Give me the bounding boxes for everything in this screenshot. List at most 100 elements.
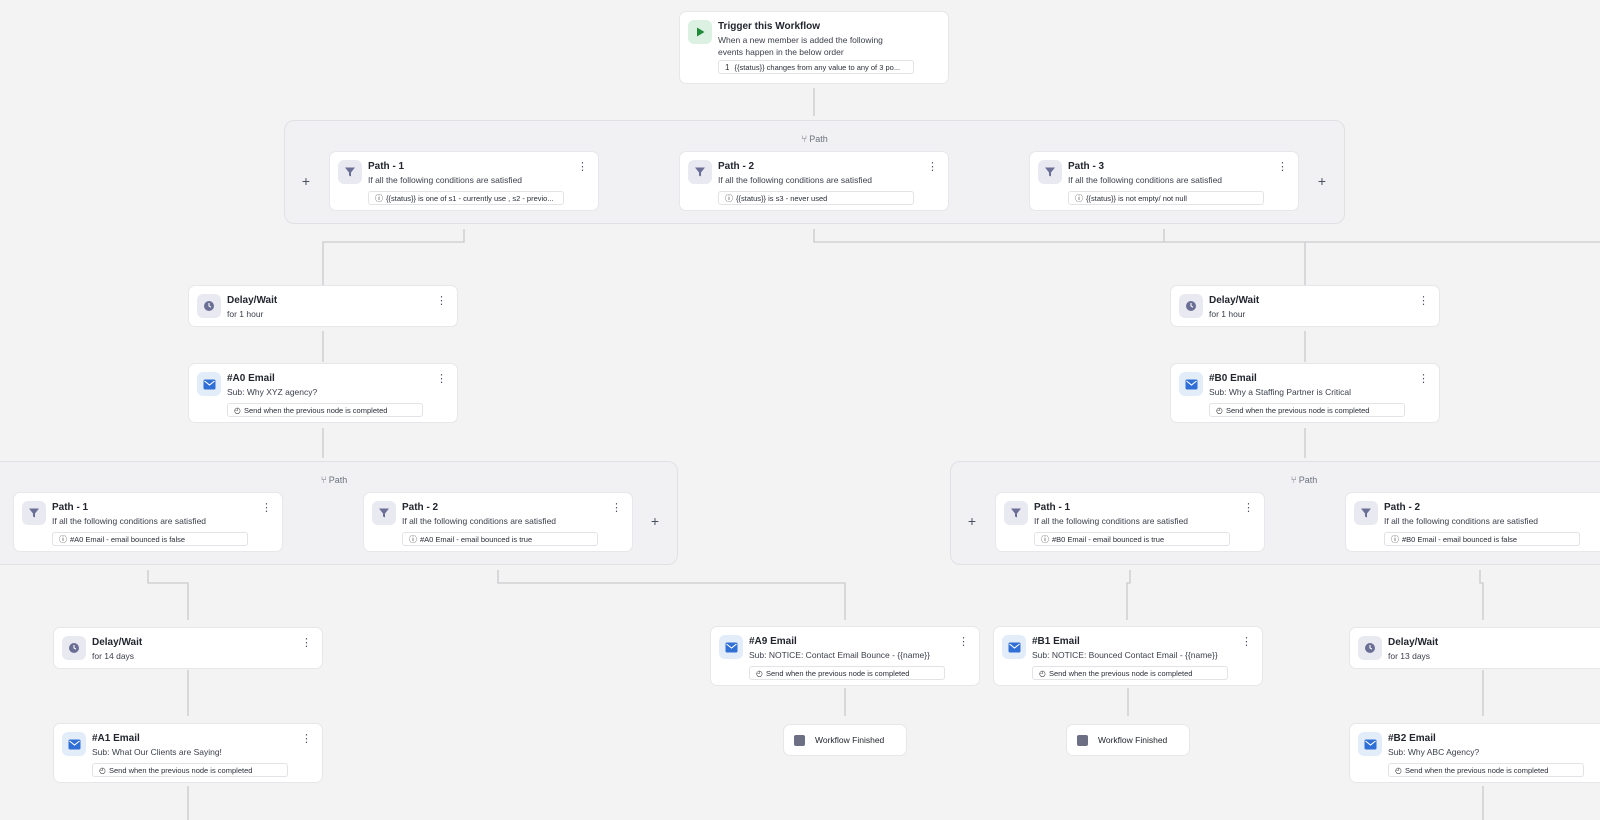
- info-icon: ⓘ: [1075, 194, 1083, 203]
- email-title: #B0 Email: [1209, 373, 1257, 384]
- email-title: #B2 Email: [1388, 733, 1436, 744]
- stop-icon: [1077, 735, 1088, 746]
- send-timing-chip[interactable]: ◴ Send when the previous node is complete…: [1209, 403, 1405, 417]
- timer-icon: ◴: [756, 669, 763, 678]
- mail-icon: [1002, 635, 1026, 659]
- clock-icon: [1358, 636, 1382, 660]
- more-vertical-icon[interactable]: ⋮: [577, 162, 588, 173]
- more-vertical-icon[interactable]: ⋮: [436, 296, 447, 307]
- email-subject: Sub: Why a Staffing Partner is Critical: [1209, 387, 1352, 397]
- delay-duration: for 14 days: [92, 651, 135, 661]
- finished-label: Workflow Finished: [1098, 735, 1168, 745]
- trigger-condition-chip[interactable]: 1 {{status}} changes from any value to a…: [718, 60, 914, 74]
- email-subject: Sub: NOTICE: Bounced Contact Email - {{n…: [1032, 650, 1218, 660]
- b-path-1-node[interactable]: Path - 1 If all the following conditions…: [995, 492, 1265, 552]
- b-path-2-node[interactable]: Path - 2 If all the following conditions…: [1345, 492, 1600, 552]
- path-description: If all the following conditions are sati…: [718, 175, 873, 185]
- filter-icon: [1004, 501, 1028, 525]
- delay-title: Delay/Wait: [1209, 295, 1260, 306]
- email-node-a1[interactable]: #A1 Email Sub: What Our Clients are Sayi…: [53, 723, 323, 783]
- path-description: If all the following conditions are sati…: [368, 175, 523, 185]
- send-timing-chip[interactable]: ◴ Send when the previous node is complete…: [1032, 666, 1228, 680]
- more-vertical-icon[interactable]: ⋮: [436, 374, 447, 385]
- more-vertical-icon[interactable]: ⋮: [1241, 637, 1252, 648]
- timer-icon: ◴: [99, 766, 106, 775]
- email-node-b2[interactable]: #B2 Email Sub: Why ABC Agency? ◴ Send whe…: [1349, 723, 1600, 783]
- mail-icon: [1358, 732, 1382, 756]
- more-vertical-icon[interactable]: ⋮: [1418, 374, 1429, 385]
- email-title: #A1 Email: [92, 733, 140, 744]
- path-condition-chip[interactable]: ⓘ #A0 Email - email bounced is false: [52, 532, 248, 546]
- more-vertical-icon[interactable]: ⋮: [301, 734, 312, 745]
- path-condition-chip[interactable]: ⓘ #B0 Email - email bounced is false: [1384, 532, 1580, 546]
- more-vertical-icon[interactable]: ⋮: [611, 503, 622, 514]
- email-node-a9[interactable]: #A9 Email Sub: NOTICE: Contact Email Bou…: [710, 626, 980, 686]
- path-description: If all the following conditions are sati…: [1034, 516, 1189, 526]
- path-condition-chip[interactable]: ⓘ {{status}} is not empty/ not null: [1068, 191, 1264, 205]
- delay-node-a[interactable]: Delay/Wait for 1 hour ⋮: [188, 285, 458, 327]
- info-icon: ⓘ: [59, 535, 67, 544]
- more-vertical-icon[interactable]: ⋮: [1418, 296, 1429, 307]
- email-subject: Sub: What Our Clients are Saying!: [92, 747, 222, 757]
- workflow-finished-node-a[interactable]: Workflow Finished: [783, 724, 907, 756]
- more-vertical-icon[interactable]: ⋮: [1243, 503, 1254, 514]
- more-vertical-icon[interactable]: ⋮: [1277, 162, 1288, 173]
- more-vertical-icon[interactable]: ⋮: [261, 503, 272, 514]
- path-group-label: ⑂ Path: [801, 134, 828, 145]
- timer-icon: ◴: [234, 406, 241, 415]
- path-description: If all the following conditions are sati…: [1068, 175, 1223, 185]
- workflow-finished-node-b[interactable]: Workflow Finished: [1066, 724, 1190, 756]
- path-condition-chip[interactable]: ⓘ {{status}} is s3 - never used: [718, 191, 914, 205]
- a-path-1-node[interactable]: Path - 1 If all the following conditions…: [13, 492, 283, 552]
- email-node-b0[interactable]: #B0 Email Sub: Why a Staffing Partner is…: [1170, 363, 1440, 423]
- send-timing-chip[interactable]: ◴ Send when the previous node is complete…: [227, 403, 423, 417]
- workflow-canvas[interactable]: Trigger this Workflow When a new member …: [0, 0, 1600, 820]
- path-title: Path - 2: [1384, 502, 1421, 513]
- path-condition-chip[interactable]: ⓘ {{status}} is one of s1 - currently use…: [368, 191, 564, 205]
- add-path-right-button[interactable]: +: [1315, 174, 1329, 188]
- email-node-a0[interactable]: #A0 Email Sub: Why XYZ agency? ⋮ ◴ Send w…: [188, 363, 458, 423]
- more-vertical-icon[interactable]: ⋮: [301, 638, 312, 649]
- filter-icon: [1354, 501, 1378, 525]
- connector-b-path1: [1126, 570, 1131, 620]
- path-condition-chip[interactable]: ⓘ #A0 Email - email bounced is true: [402, 532, 598, 546]
- a-path-2-node[interactable]: Path - 2 If all the following conditions…: [363, 492, 633, 552]
- connector-top-path2: [813, 229, 1600, 243]
- path-title: Path - 2: [718, 161, 755, 172]
- delay-node-b[interactable]: Delay/Wait for 1 hour ⋮: [1170, 285, 1440, 327]
- path-condition-chip[interactable]: ⓘ #B0 Email - email bounced is true: [1034, 532, 1230, 546]
- more-vertical-icon[interactable]: ⋮: [958, 637, 969, 648]
- clock-icon: [1179, 294, 1203, 318]
- delay-duration: for 1 hour: [1209, 309, 1246, 319]
- delay-title: Delay/Wait: [227, 295, 278, 306]
- email-title: #A0 Email: [227, 373, 275, 384]
- delay-duration: for 13 days: [1388, 651, 1431, 661]
- info-icon: ⓘ: [725, 194, 733, 203]
- path-title: Path - 3: [1068, 161, 1105, 172]
- condition-index: 1: [725, 63, 730, 72]
- finished-label: Workflow Finished: [815, 735, 885, 745]
- delay-node-13-days[interactable]: Delay/Wait for 13 days: [1349, 627, 1600, 669]
- path-description: If all the following conditions are sati…: [402, 516, 557, 526]
- add-path-button[interactable]: +: [648, 514, 662, 528]
- more-vertical-icon[interactable]: ⋮: [927, 162, 938, 173]
- email-subject: Sub: Why ABC Agency?: [1388, 747, 1480, 757]
- timer-icon: ◴: [1039, 669, 1046, 678]
- add-path-button[interactable]: +: [965, 514, 979, 528]
- branch-icon: ⑂: [801, 134, 808, 145]
- filter-icon: [372, 501, 396, 525]
- filter-icon: [22, 501, 46, 525]
- top-path-1-node[interactable]: Path - 1 If all the following conditions…: [329, 151, 599, 211]
- trigger-node[interactable]: Trigger this Workflow When a new member …: [679, 11, 949, 84]
- delay-node-14-days[interactable]: Delay/Wait for 14 days ⋮: [53, 627, 323, 669]
- add-path-left-button[interactable]: +: [299, 174, 313, 188]
- send-timing-chip[interactable]: ◴ Send when the previous node is complete…: [749, 666, 945, 680]
- info-icon: ⓘ: [1041, 535, 1049, 544]
- top-path-3-node[interactable]: Path - 3 If all the following conditions…: [1029, 151, 1299, 211]
- send-timing-chip[interactable]: ◴ Send when the previous node is complete…: [92, 763, 288, 777]
- send-timing-chip[interactable]: ◴ Send when the previous node is complete…: [1388, 763, 1584, 777]
- top-path-2-node[interactable]: Path - 2 If all the following conditions…: [679, 151, 949, 211]
- email-node-b1[interactable]: #B1 Email Sub: NOTICE: Bounced Contact E…: [993, 626, 1263, 686]
- path-group-label: ⑂ Path: [1290, 475, 1318, 486]
- path-title: Path - 2: [402, 502, 439, 513]
